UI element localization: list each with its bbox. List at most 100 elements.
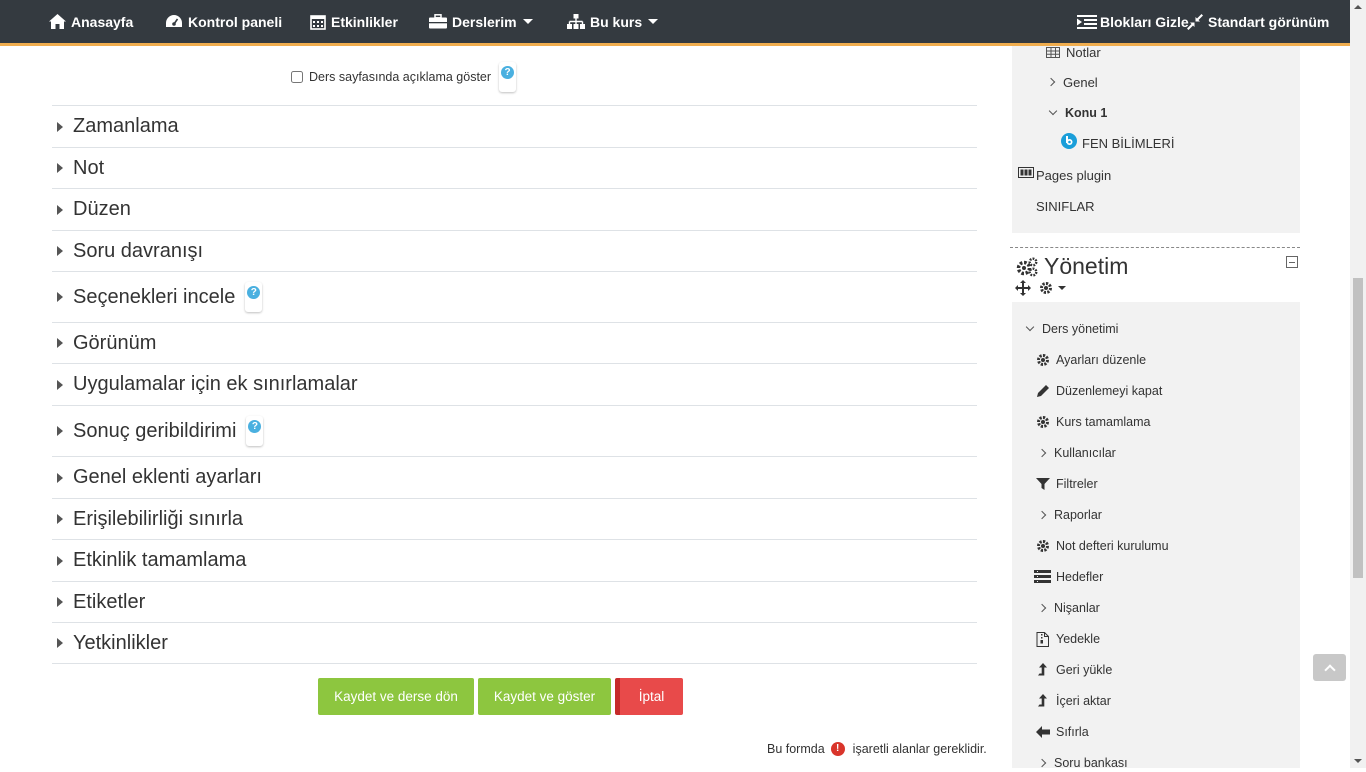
admin-import[interactable]: İçeri aktar [1036,692,1111,710]
admin-filters[interactable]: Filtreler [1036,475,1098,493]
nav-dashboard[interactable]: Kontrol paneli [165,0,282,43]
standard-view-button[interactable]: Standart görünüm [1187,0,1329,43]
quiz-icon [1061,133,1077,149]
section-activity-completion[interactable]: Etkinlik tamamlama [52,539,977,581]
section-appearance[interactable]: Görünüm [52,322,977,363]
chevron-down-icon [1058,286,1066,290]
chevron-down-icon [1048,106,1058,116]
block-actions-menu[interactable] [1039,281,1066,295]
collapse-arrow-icon [57,472,63,483]
section-label: Erişilebilirliği sınırla [73,507,244,530]
section-label: Seçenekleri incele [73,285,236,308]
section-competencies[interactable]: Yetkinlikler [52,622,977,663]
admin-course-completion[interactable]: Kurs tamamlama [1036,413,1150,431]
move-icon[interactable] [1015,280,1031,296]
section-label: Görünüm [73,331,157,354]
required-note: Bu formda ! işaretli alanlar gereklidir. [767,742,987,756]
admin-item-label: Not defteri kurulumu [1056,539,1169,553]
save-return-button[interactable]: Kaydet ve derse dön [318,678,474,715]
scroll-thumb[interactable] [1353,278,1363,578]
page-scrollbar[interactable] [1350,0,1366,768]
collapse-arrow-icon [57,246,63,256]
admin-item-label: Filtreler [1056,477,1098,491]
nav-home[interactable]: Anasayfa [49,0,133,43]
admin-backup[interactable]: Yedekle [1036,630,1100,648]
exclamation-icon: ! [830,742,845,756]
nav-thiscourse-label: Bu kurs [590,13,643,30]
collapse-arrow-icon [57,292,63,302]
collapse-arrow-icon [57,426,63,436]
hide-blocks-button[interactable]: Blokları Gizle [1077,0,1189,43]
section-layout[interactable]: Düzen [52,188,977,230]
admin-restore[interactable]: Geri yükle [1036,661,1112,679]
briefcase-icon [429,14,447,29]
nav-pages-plugin-link[interactable]: Pages plugin [1018,166,1111,184]
help-button[interactable]: ? [499,62,516,92]
chevron-right-icon [1037,603,1047,613]
admin-reports[interactable]: Raporlar [1037,506,1102,524]
cancel-button[interactable]: İptal [615,678,683,715]
section-grade[interactable]: Not [52,147,977,188]
scroll-down-arrow-icon[interactable] [1354,759,1362,763]
divider [52,663,977,664]
save-display-button[interactable]: Kaydet ve göster [478,678,611,715]
section-tags[interactable]: Etiketler [52,581,977,622]
nav-thiscourse[interactable]: Bu kurs [567,0,659,43]
admin-item-label: İçeri aktar [1056,694,1111,708]
list-icon [1034,570,1051,583]
admin-badges[interactable]: Nişanlar [1037,599,1100,617]
scroll-up-arrow-icon[interactable] [1354,5,1362,9]
section-restrict-access[interactable]: Erişilebilirliği sınırla [52,498,977,539]
level-up-icon [1038,694,1047,707]
nav-pages-plugin-label: Pages plugin [1036,167,1112,183]
admin-question-bank[interactable]: Soru bankası [1037,754,1128,772]
section-review-options[interactable]: Seçenekleri incele ? [52,271,977,322]
section-timing[interactable]: Zamanlama [52,105,977,147]
chevron-up-icon [1323,663,1336,676]
show-description-checkbox[interactable] [291,71,303,83]
help-button[interactable]: ? [245,282,262,312]
chevron-right-icon [1037,758,1047,768]
admin-item-label: Hedefler [1056,570,1104,584]
pencil-icon [1037,385,1049,397]
collapse-arrow-icon [57,514,63,524]
nav-topic1-item[interactable]: Konu 1 [1048,104,1108,122]
nav-mycourses[interactable]: Derslerim [429,0,533,43]
nav-events-label: Etkinlikler [331,13,398,30]
section-extra-restrictions[interactable]: Uygulamalar için ek sınırlamalar [52,363,977,405]
admin-users[interactable]: Kullanıcılar [1037,444,1116,462]
admin-reset[interactable]: Sıfırla [1036,723,1089,741]
pages-icon [1018,166,1034,178]
admin-outcomes[interactable]: Hedefler [1034,568,1103,586]
back-to-top-button[interactable] [1313,654,1346,681]
admin-gradebook-setup[interactable]: Not defteri kurulumu [1036,537,1169,555]
nav-events[interactable]: Etkinlikler [310,0,398,43]
admin-item-label: Geri yükle [1056,663,1113,677]
nav-notes-link[interactable]: Notlar [1046,43,1101,61]
nav-topic1-label: Konu 1 [1065,106,1108,120]
course-admin-label: Ders yönetimi [1042,322,1119,336]
nav-general-item[interactable]: Genel [1046,73,1098,91]
nav-dashboard-label: Kontrol paneli [188,13,283,30]
collapse-arrow-icon [57,379,63,390]
section-label: Not [73,156,105,179]
admin-item-label: Raporlar [1054,508,1102,522]
nav-notes-label: Notlar [1066,44,1101,60]
admin-turn-editing-off[interactable]: Düzenlemeyi kapat [1036,382,1162,400]
collapse-arrow-icon [57,555,63,566]
level-up-icon [1038,663,1047,676]
course-admin-item[interactable]: Ders yönetimi [1025,320,1119,338]
help-button[interactable]: ? [246,416,263,446]
question-icon: ? [247,286,261,299]
nav-classes-link[interactable]: SINIFLAR [1036,197,1095,215]
nav-fen-link[interactable]: FEN BİLİMLERİ [1061,133,1174,152]
arrow-left-icon [1036,726,1050,738]
file-zip-icon [1036,631,1049,647]
section-overall-feedback[interactable]: Sonuç geribildirimi ? [52,405,977,456]
collapse-block-button[interactable] [1286,256,1298,268]
top-navbar: Anasayfa Kontrol paneli Etkinlikler Ders… [0,0,1350,46]
section-question-behaviour[interactable]: Soru davranışı [52,230,977,271]
section-common-module-settings[interactable]: Genel eklenti ayarları [52,456,977,498]
admin-edit-settings[interactable]: Ayarları düzenle [1036,351,1146,369]
hide-blocks-label: Blokları Gizle [1100,13,1189,30]
